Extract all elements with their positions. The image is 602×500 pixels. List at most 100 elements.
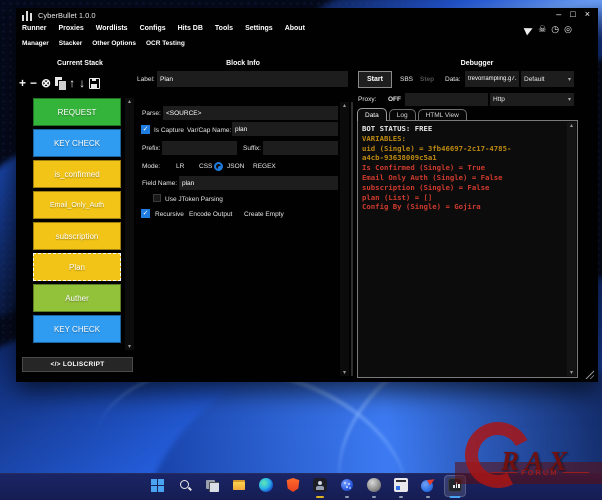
skull-icon[interactable]: ☠ xyxy=(538,24,546,35)
log-line: a4cb-93638009c5a1 xyxy=(362,153,573,163)
save-stack-icon[interactable] xyxy=(89,78,100,89)
web-icon[interactable] xyxy=(339,477,355,498)
mode-json[interactable]: JSON xyxy=(227,163,244,170)
stack-block[interactable]: REQUEST xyxy=(33,98,121,126)
titlebar[interactable]: CyberBullet 1.0.0 – □ × xyxy=(16,8,598,23)
stack-block[interactable]: Auther xyxy=(33,284,121,312)
scroll-up-icon[interactable]: ▴ xyxy=(340,102,349,109)
disable-block-icon[interactable]: ⊗ xyxy=(41,76,51,90)
remove-block-icon[interactable]: − xyxy=(30,76,37,90)
step-button[interactable]: Step xyxy=(420,76,434,83)
telegram-icon[interactable] xyxy=(524,24,535,35)
stack-block[interactable]: subscription xyxy=(33,222,121,250)
sub-menu: Manager Stacker Other Options OCR Testing xyxy=(22,40,185,47)
jtoken-checkbox[interactable] xyxy=(153,194,161,202)
block-info-scrollbar[interactable]: ▴ ▾ xyxy=(340,102,349,376)
close-button[interactable]: × xyxy=(585,9,590,19)
sphere-icon[interactable] xyxy=(366,477,382,498)
scroll-down-icon[interactable]: ▾ xyxy=(125,343,134,350)
loliscript-button[interactable]: </> LOLISCRIPT xyxy=(22,357,133,372)
taskbar xyxy=(0,473,602,500)
mode-css[interactable]: CSS xyxy=(199,163,212,170)
field-input[interactable] xyxy=(179,176,338,190)
sbs-toggle[interactable]: SBS xyxy=(400,76,413,83)
scroll-up-icon[interactable]: ▴ xyxy=(567,122,576,129)
stack-block[interactable]: KEY CHECK xyxy=(33,315,121,343)
spy-icon[interactable] xyxy=(312,477,328,498)
minimize-button[interactable]: – xyxy=(556,9,561,19)
main-menu: Runner Proxies Wordlists Configs Hits DB Tool… xyxy=(22,25,305,32)
recursive-label: Recursive xyxy=(155,211,184,218)
menu-item[interactable]: About xyxy=(285,25,305,32)
move-down-icon[interactable]: ↓ xyxy=(79,76,85,90)
record-icon[interactable]: ◎ xyxy=(564,24,572,35)
search-icon[interactable] xyxy=(177,477,193,498)
cyberbullet-icon[interactable] xyxy=(447,477,463,498)
log-scrollbar[interactable]: ▴ ▾ xyxy=(567,122,576,376)
edge-icon[interactable] xyxy=(258,477,274,498)
add-block-icon[interactable]: + xyxy=(19,76,26,90)
scroll-down-icon[interactable]: ▾ xyxy=(567,369,576,376)
log-line: uid (Single) = 3fb46697-2c17-4785- xyxy=(362,144,573,154)
menu-item[interactable]: Wordlists xyxy=(96,25,128,32)
desktop: CyberBullet 1.0.0 – □ × Runner Proxies Wor… xyxy=(0,0,602,500)
submenu-item[interactable]: Other Options xyxy=(92,40,136,47)
debugger-header: Debugger xyxy=(416,60,538,67)
log-line: Config By (Single) = Gojira xyxy=(362,202,573,212)
resize-grip[interactable] xyxy=(584,369,594,379)
field-caption: Field Name: xyxy=(142,180,177,187)
is-capture-checkbox[interactable]: ✓ xyxy=(141,125,150,134)
scroll-up-icon[interactable]: ▴ xyxy=(125,98,134,105)
stack-scrollbar[interactable]: ▴ ▾ xyxy=(125,98,134,350)
prefix-input[interactable] xyxy=(162,141,237,155)
panel-splitter[interactable] xyxy=(351,102,353,376)
menu-item[interactable]: Proxies xyxy=(59,25,84,32)
varcap-input[interactable] xyxy=(232,122,338,136)
data-input[interactable] xyxy=(465,71,519,87)
file-explorer-icon[interactable] xyxy=(231,477,247,498)
proxy-toggle[interactable]: OFF xyxy=(388,96,401,103)
start-icon[interactable] xyxy=(150,477,166,498)
proxy-input[interactable] xyxy=(405,93,488,106)
mode-lr[interactable]: LR xyxy=(176,163,184,170)
stack-block[interactable]: Plan xyxy=(33,253,121,281)
scroll-down-icon[interactable]: ▾ xyxy=(340,369,349,376)
submenu-item[interactable]: Manager xyxy=(22,40,49,47)
stack-header: Current Stack xyxy=(28,60,132,67)
label-input[interactable] xyxy=(157,71,348,87)
proxy-caption: Proxy: xyxy=(358,96,376,103)
encode-output-label[interactable]: Encode Output xyxy=(189,211,232,218)
suffix-input[interactable] xyxy=(263,141,338,155)
move-up-icon[interactable]: ↑ xyxy=(69,76,75,90)
proxy-type-select[interactable]: Http ▾ xyxy=(490,93,574,106)
window-title: CyberBullet 1.0.0 xyxy=(38,11,96,20)
stack-block[interactable]: Email_Only_Auth xyxy=(33,191,121,219)
label-caption: Label: xyxy=(137,76,155,83)
app-logo-icon xyxy=(22,11,34,21)
parse-input[interactable] xyxy=(163,106,338,120)
wordlist-type-select[interactable]: Default ▾ xyxy=(521,71,574,87)
submenu-item[interactable]: OCR Testing xyxy=(146,40,185,47)
mode-json-radio[interactable] xyxy=(214,162,223,171)
menu-item[interactable]: Tools xyxy=(215,25,233,32)
menu-item[interactable]: Settings xyxy=(245,25,273,32)
submenu-item[interactable]: Stacker xyxy=(59,40,83,47)
stopwatch-icon[interactable]: ◷ xyxy=(551,24,559,35)
recursive-checkbox[interactable]: ✓ xyxy=(141,209,150,218)
create-empty-label[interactable]: Create Empty xyxy=(244,211,284,218)
debugger-tab[interactable]: Data xyxy=(357,108,387,121)
menu-item[interactable]: Configs xyxy=(140,25,166,32)
menu-item[interactable]: Hits DB xyxy=(178,25,203,32)
maximize-button[interactable]: □ xyxy=(570,9,575,19)
clone-block-icon[interactable] xyxy=(55,77,65,89)
stack-toolbar: + − ⊗ ↑ ↓ xyxy=(19,75,100,91)
stack-block[interactable]: is_confirmed xyxy=(33,160,121,188)
mode-regex[interactable]: REGEX xyxy=(253,163,276,170)
menu-item[interactable]: Runner xyxy=(22,25,47,32)
brave-icon[interactable] xyxy=(285,477,301,498)
downloader-icon[interactable] xyxy=(420,477,436,498)
start-button[interactable]: Start xyxy=(358,71,392,88)
task-view-icon[interactable] xyxy=(204,477,220,498)
window-app-icon[interactable] xyxy=(393,477,409,498)
stack-block[interactable]: KEY CHECK xyxy=(33,129,121,157)
